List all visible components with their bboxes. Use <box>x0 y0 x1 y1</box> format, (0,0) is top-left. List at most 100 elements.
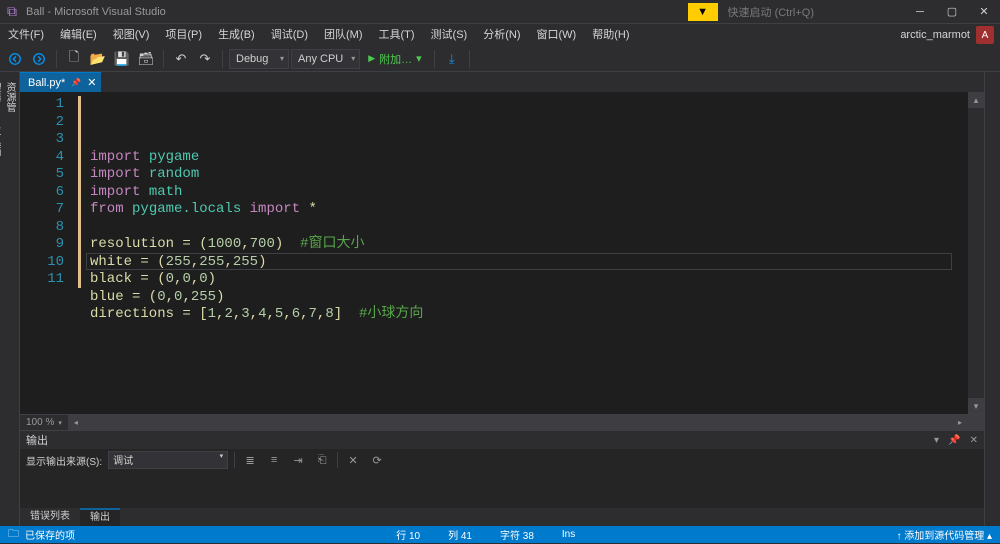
panel-close-icon[interactable]: ✕ <box>970 435 978 446</box>
panel-dropdown-icon[interactable]: ▾ <box>934 435 939 446</box>
step-button[interactable]: ⤓ <box>441 48 463 70</box>
menu-bar: 文件(F)编辑(E)视图(V)项目(P)生成(B)调试(D)团队(M)工具(T)… <box>0 24 1000 46</box>
vertical-scrollbar[interactable]: ▴ ▾ <box>968 92 984 414</box>
horizontal-scrollbar[interactable] <box>84 415 952 431</box>
output-find-icon[interactable]: ⎗ <box>313 451 331 469</box>
code-line[interactable]: from pygame.locals import * <box>90 201 968 219</box>
menu-item[interactable]: 窗口(W) <box>529 24 585 46</box>
status-col: 列 41 <box>434 527 486 542</box>
notification-flag-icon[interactable]: ▼ <box>688 3 718 21</box>
code-line[interactable]: white = (255,255,255) <box>90 254 968 272</box>
change-marker-strip <box>76 92 86 414</box>
code-editor[interactable]: 1234567891011 import pygameimport random… <box>20 92 984 414</box>
menu-item[interactable]: 团队(M) <box>316 24 371 46</box>
menu-item[interactable]: 分析(N) <box>475 24 528 46</box>
output-clear-icon[interactable]: ≣ <box>241 451 259 469</box>
output-wrap-icon[interactable]: ⇥ <box>289 451 307 469</box>
code-line[interactable]: blue = (0,0,255) <box>90 289 968 307</box>
account-name[interactable]: arctic_marmot <box>900 29 976 41</box>
line-number: 5 <box>20 166 64 184</box>
status-bar: 🗀 已保存的项 行 10 列 41 字符 38 Ins ↑ 添加到源代码管理 ▴ <box>0 526 1000 543</box>
status-line: 行 10 <box>382 527 434 542</box>
tool-tab-vertical[interactable]: 工具箱 <box>0 120 4 162</box>
line-number: 11 <box>20 271 64 289</box>
document-tab-well: Ball.py* 📌 ✕ <box>20 72 984 92</box>
code-line[interactable] <box>90 219 968 237</box>
redo-button[interactable]: ↷ <box>194 48 216 70</box>
output-source-dropdown[interactable]: 调试 <box>108 451 228 469</box>
account-avatar[interactable]: A <box>976 26 994 44</box>
solution-platform-dropdown[interactable]: Any CPU <box>291 49 360 69</box>
status-saved: 已保存的项 <box>25 527 75 542</box>
scroll-corner <box>968 415 984 431</box>
menu-item[interactable]: 视图(V) <box>105 24 158 46</box>
menu-item[interactable]: 测试(S) <box>423 24 476 46</box>
scroll-right-icon[interactable]: ▸ <box>952 415 968 431</box>
new-project-button[interactable]: 🗋 <box>63 48 85 70</box>
line-number: 7 <box>20 201 64 219</box>
menu-item[interactable]: 编辑(E) <box>52 24 105 46</box>
scroll-left-icon[interactable]: ◂ <box>68 415 84 431</box>
menu-item[interactable]: 工具(T) <box>371 24 423 46</box>
code-line[interactable]: import random <box>90 166 968 184</box>
document-tab[interactable]: Ball.py* 📌 ✕ <box>20 72 101 92</box>
panel-pin-icon[interactable]: 📌 <box>948 435 960 446</box>
output-text-area[interactable] <box>20 471 984 508</box>
code-area[interactable]: import pygameimport randomimport mathfro… <box>86 92 968 414</box>
window-title: Ball - Microsoft Visual Studio <box>24 6 166 18</box>
output-settings-icon[interactable]: ⟳ <box>368 451 386 469</box>
line-number: 3 <box>20 131 64 149</box>
line-number-gutter: 1234567891011 <box>20 92 76 414</box>
standard-toolbar: 🗋 📂 💾 🗃 ↶ ↷ Debug Any CPU 附加… ▾ ⤓ <box>0 46 1000 72</box>
start-debug-button[interactable]: 附加… ▾ <box>362 51 427 67</box>
code-line[interactable]: black = (0,0,0) <box>90 271 968 289</box>
solution-config-dropdown[interactable]: Debug <box>229 49 289 69</box>
line-number: 8 <box>20 219 64 237</box>
menu-item[interactable]: 文件(F) <box>0 24 52 46</box>
nav-back-button[interactable] <box>4 48 26 70</box>
bottom-tab-strip: 错误列表输出 <box>20 508 984 526</box>
line-number: 9 <box>20 236 64 254</box>
right-tool-well <box>984 72 1000 526</box>
save-button[interactable]: 💾 <box>111 48 133 70</box>
editor-bottom-bar: 100 % ◂ ▸ <box>20 414 984 430</box>
output-source-label: 显示输出来源(S): <box>26 453 102 468</box>
quick-launch-input[interactable]: 快速启动 (Ctrl+Q) <box>722 4 904 20</box>
output-panel-title: 输出 <box>26 432 48 448</box>
line-number: 2 <box>20 114 64 132</box>
scroll-up-icon[interactable]: ▴ <box>968 92 984 108</box>
line-number: 6 <box>20 184 64 202</box>
bottom-tab[interactable]: 输出 <box>80 508 120 526</box>
menu-item[interactable]: 调试(D) <box>263 24 316 46</box>
maximize-button[interactable]: ▢ <box>936 0 968 24</box>
close-tab-icon[interactable]: ✕ <box>87 76 96 89</box>
bottom-tab[interactable]: 错误列表 <box>20 508 80 526</box>
nav-forward-button[interactable] <box>28 48 50 70</box>
menu-item[interactable]: 帮助(H) <box>584 24 637 46</box>
code-line[interactable]: resolution = (1000,700) #窗口大小 <box>90 236 968 254</box>
code-line[interactable]: import math <box>90 184 968 202</box>
undo-button[interactable]: ↶ <box>170 48 192 70</box>
open-file-button[interactable]: 📂 <box>87 48 109 70</box>
menu-item[interactable]: 项目(P) <box>157 24 210 46</box>
line-number: 10 <box>20 254 64 272</box>
code-line[interactable]: import pygame <box>90 149 968 167</box>
status-source-control[interactable]: ↑ 添加到源代码管理 ▴ <box>896 527 992 542</box>
status-char: 字符 38 <box>486 527 548 542</box>
output-panel: 输出 ▾ 📌 ✕ 显示输出来源(S): 调试 ≣ ≡ ⇥ ⎗ ✕ ⟳ <box>20 430 984 526</box>
output-toggle-icon[interactable]: ≡ <box>265 451 283 469</box>
zoom-dropdown[interactable]: 100 % <box>20 417 68 428</box>
line-number: 1 <box>20 96 64 114</box>
save-all-button[interactable]: 🗃 <box>135 48 157 70</box>
line-number: 4 <box>20 149 64 167</box>
code-line[interactable] <box>90 324 968 342</box>
output-clear2-icon[interactable]: ✕ <box>344 451 362 469</box>
close-button[interactable]: ✕ <box>968 0 1000 24</box>
scroll-down-icon[interactable]: ▾ <box>968 398 984 414</box>
minimize-button[interactable]: ─ <box>904 0 936 24</box>
menu-item[interactable]: 生成(B) <box>210 24 263 46</box>
status-icon: 🗀 <box>8 525 19 544</box>
pin-icon[interactable]: 📌 <box>71 78 81 88</box>
code-line[interactable]: directions = [1,2,3,4,5,6,7,8] #小球方向 <box>90 306 968 324</box>
title-bar: ⧉ Ball - Microsoft Visual Studio ▼ 快速启动 … <box>0 0 1000 24</box>
